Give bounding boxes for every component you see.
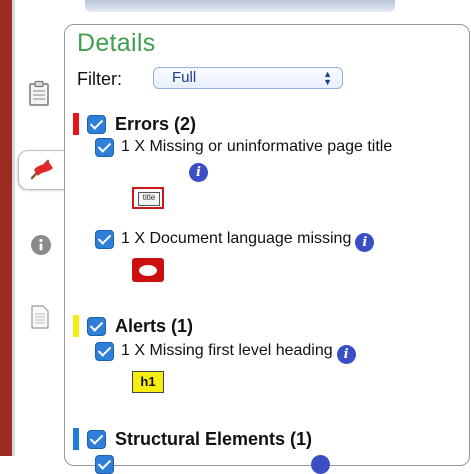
structural-item-checkbox[interactable]	[95, 455, 114, 474]
window-left-border	[12, 0, 15, 456]
top-toolbar-edge	[85, 0, 395, 12]
info-icon[interactable]	[311, 455, 330, 474]
info-icon[interactable]: i	[355, 233, 375, 252]
structural-heading: Structural Elements (1)	[115, 429, 313, 449]
info-icon[interactable]: i	[336, 345, 356, 364]
flag-icon[interactable]	[18, 150, 65, 190]
alerts-checkbox[interactable]	[87, 317, 106, 336]
missing-title-checkbox[interactable]	[95, 138, 114, 157]
first-heading-text: 1 X Missing first level heading	[121, 342, 333, 359]
filter-dropdown[interactable]: Full ▲ ▼	[153, 67, 343, 89]
info-circle-icon[interactable]	[30, 234, 52, 256]
structural-color-bar	[73, 428, 79, 450]
filter-label: Filter:	[77, 69, 122, 89]
panel-title: Details	[77, 29, 156, 57]
structural-checkbox[interactable]	[87, 430, 106, 449]
alerts-color-bar	[73, 315, 79, 337]
doc-language-item: 1 X Document language missing i	[121, 229, 375, 252]
clipboard-icon[interactable]	[28, 80, 50, 106]
details-panel: Details Filter: Full ▲ ▼ Errors (2) 1 X M…	[64, 24, 470, 474]
doc-language-text: 1 X Document language missing	[121, 230, 352, 247]
title-badge-text: title	[138, 192, 160, 206]
errors-color-bar	[73, 113, 79, 135]
info-icon[interactable]: i	[189, 163, 208, 182]
first-heading-checkbox[interactable]	[95, 342, 114, 361]
document-icon[interactable]	[30, 305, 50, 329]
first-heading-item: 1 X Missing first level heading i	[121, 341, 356, 364]
title-badge-icon: title	[132, 187, 164, 209]
window-left-edge	[0, 0, 12, 456]
missing-title-text: 1 X Missing or uninformative page title	[121, 138, 393, 155]
missing-title-info-wrap: i	[185, 159, 208, 182]
doc-language-checkbox[interactable]	[95, 230, 114, 249]
h1-badge-icon: h1	[132, 371, 164, 393]
filter-selected-value: Full	[172, 69, 197, 86]
alerts-heading: Alerts (1)	[115, 316, 194, 336]
errors-heading: Errors (2)	[115, 114, 197, 134]
missing-title-item: 1 X Missing or uninformative page title	[121, 137, 441, 157]
chevron-up-down-icon: ▲ ▼	[323, 69, 332, 87]
speech-bubble-icon	[132, 258, 164, 282]
errors-checkbox[interactable]	[87, 115, 106, 134]
